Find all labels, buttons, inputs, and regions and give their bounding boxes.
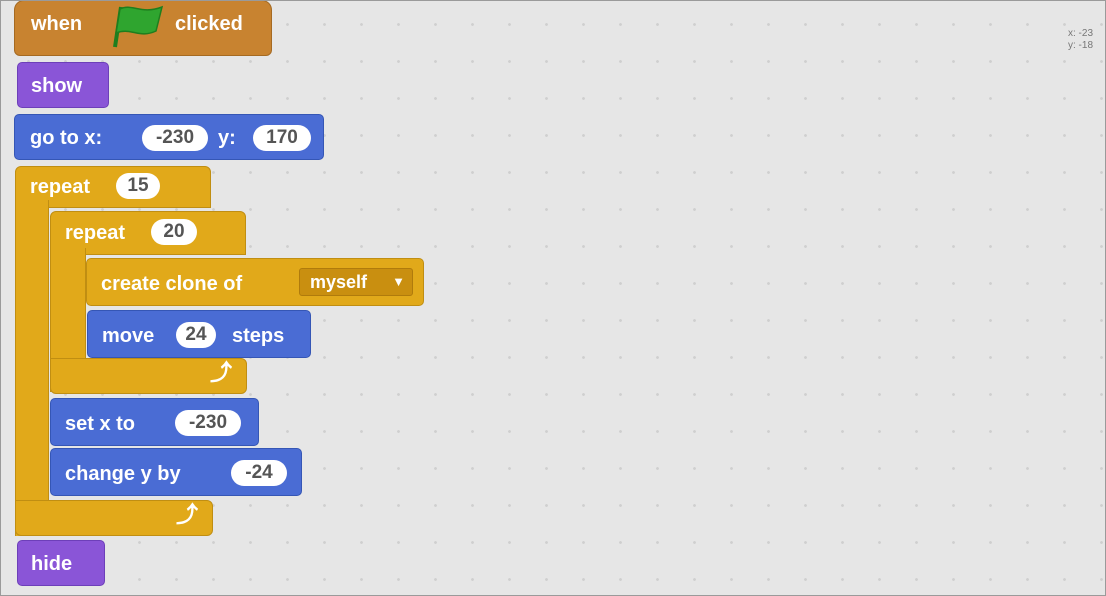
set-x-block[interactable]: set x to -230 (50, 398, 259, 446)
repeat-outer-arm (15, 200, 49, 536)
y-input[interactable]: 170 (253, 125, 311, 151)
show-block[interactable]: show (17, 62, 109, 108)
mouse-coordinates: x: -23 y: -18 (1068, 28, 1093, 52)
go-to-x-label: go to x: (30, 127, 103, 149)
loop-arrow-icon: ⤴ (210, 360, 233, 385)
chevron-down-icon: ▼ (392, 274, 405, 289)
hide-label: hide (31, 553, 73, 575)
go-to-xy-block[interactable]: go to x: -230 y: 170 (14, 114, 324, 160)
repeat-outer-count[interactable]: 15 (116, 173, 160, 199)
y-label: y: (218, 127, 236, 149)
repeat-inner-count[interactable]: 20 (151, 219, 197, 245)
hide-block[interactable]: hide (17, 540, 105, 586)
clone-target-value: myself (310, 272, 368, 292)
coord-x: x: -23 (1068, 28, 1094, 39)
change-y-block[interactable]: change y by -24 (50, 448, 302, 496)
change-y-input[interactable]: -24 (231, 460, 287, 486)
move-label: move (102, 325, 155, 347)
green-flag-icon (113, 5, 164, 48)
set-x-input[interactable]: -230 (175, 410, 241, 436)
move-steps-block[interactable]: move 24 steps (87, 310, 311, 358)
show-label: show (31, 75, 83, 97)
loop-arrow-icon: ⤴ (176, 502, 199, 527)
coord-y: y: -18 (1068, 40, 1094, 51)
set-x-label: set x to (65, 413, 136, 435)
clicked-label: clicked (175, 13, 243, 35)
repeat-inner-label: repeat (65, 222, 126, 244)
clone-target-dropdown[interactable]: myself ▼ (299, 268, 413, 296)
when-label: when (31, 13, 83, 35)
when-flag-clicked-block[interactable]: when clicked (14, 0, 272, 56)
create-clone-block[interactable]: create clone of myself ▼ (86, 258, 424, 306)
steps-label: steps (232, 325, 285, 347)
move-steps-input[interactable]: 24 (176, 322, 216, 348)
create-clone-label: create clone of (101, 273, 243, 295)
x-input[interactable]: -230 (142, 125, 208, 151)
repeat-outer-label: repeat (30, 176, 91, 198)
change-y-label: change y by (65, 463, 181, 485)
